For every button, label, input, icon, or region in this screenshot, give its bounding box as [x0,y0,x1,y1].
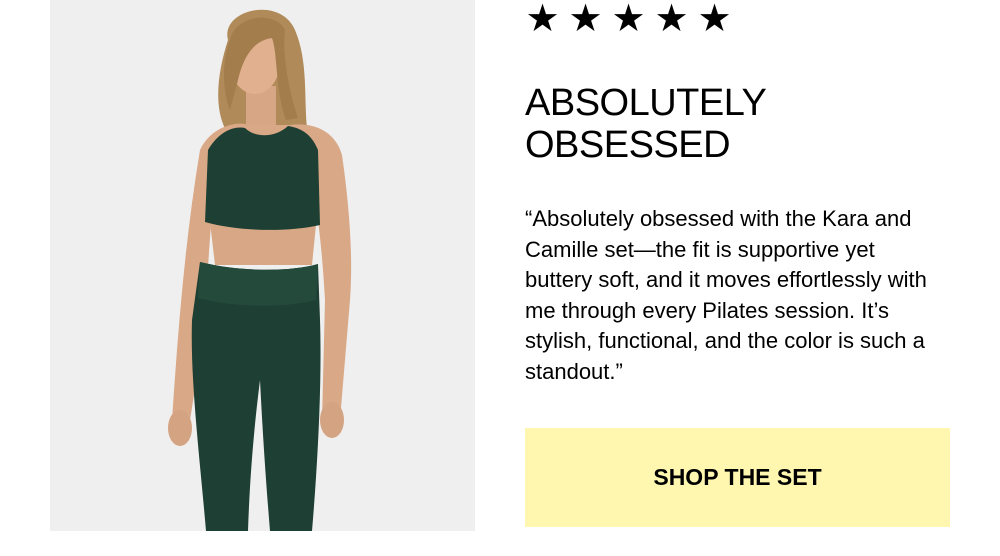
headline-line-2: OBSESSED [525,124,731,166]
model-image [50,0,475,531]
star-icon: ★ [525,0,560,40]
star-icon: ★ [697,0,732,40]
headline-line-1: ABSOLUTELY [525,82,767,124]
star-icon: ★ [654,0,689,40]
star-icon: ★ [611,0,646,40]
review-quote: “Absolutely obsessed with the Kara and C… [525,206,927,384]
star-icon: ★ [568,0,603,40]
star-rating: ★ ★ ★ ★ ★ [525,0,732,38]
review-headline: ABSOLUTELY OBSESSED [525,82,945,166]
shop-the-set-button[interactable]: SHOP THE SET [525,428,950,527]
product-photo [50,0,475,531]
